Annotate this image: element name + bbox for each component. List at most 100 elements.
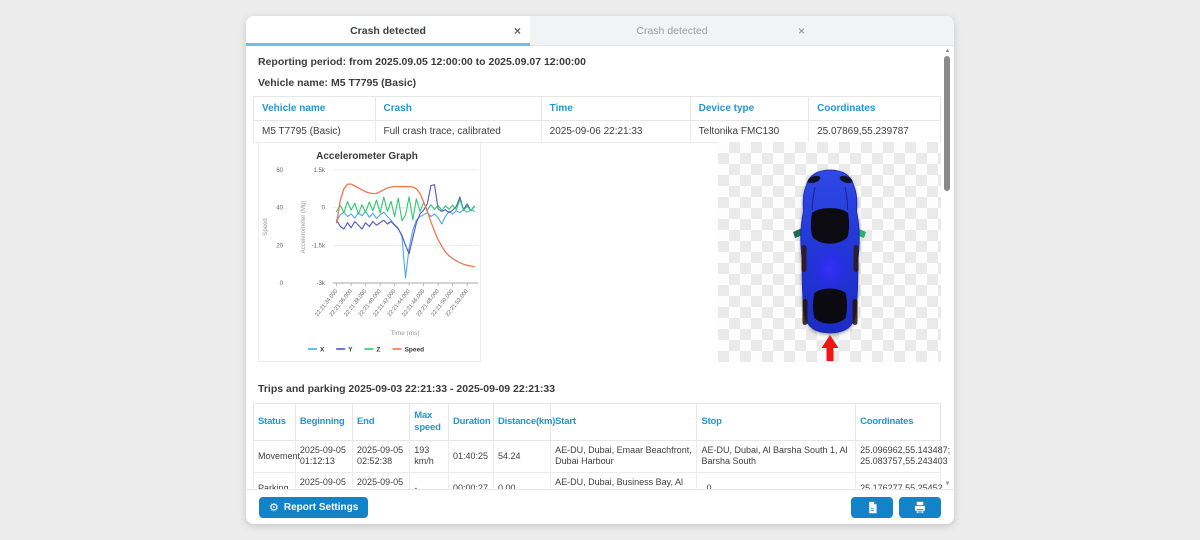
car-rear-window	[813, 289, 847, 324]
printer-icon	[913, 501, 927, 514]
car-wheel	[803, 299, 808, 325]
car-wheel	[854, 245, 859, 272]
table-cell: 2025-09-05 01:53:13	[353, 473, 410, 489]
close-icon[interactable]: ×	[514, 25, 521, 37]
vehicle-name-text: Vehicle name: M5 T7795 (Basic)	[258, 77, 416, 89]
crash-report-window: Crash detected × Crash detected × Report…	[246, 16, 954, 524]
table-cell: 25.176277,55.25452	[856, 473, 941, 489]
legend-item-x[interactable]: X	[308, 347, 325, 354]
table-cell: 2025-09-05 01:12:13	[295, 440, 352, 472]
svg-text:0: 0	[280, 281, 284, 287]
column-header: Beginning	[295, 404, 352, 441]
close-icon[interactable]: ×	[798, 25, 805, 37]
scrollbar-thumb[interactable]	[944, 56, 950, 191]
column-header: Distance(km)	[493, 404, 550, 441]
table-header-row: StatusBeginningEndMax speedDurationDista…	[254, 404, 941, 441]
table-cell: -	[410, 473, 449, 489]
svg-text:20: 20	[276, 243, 283, 249]
crash-table: Vehicle nameCrashTimeDevice typeCoordina…	[253, 96, 941, 143]
column-header: Coordinates	[809, 97, 941, 121]
svg-text:Time (ms): Time (ms)	[390, 330, 419, 337]
car-wheel	[853, 299, 858, 325]
table-cell: Full crash trace, calibrated	[375, 121, 541, 143]
table-cell: 2025-09-05 01:48:11	[295, 473, 352, 489]
column-header: Max speed	[410, 404, 449, 441]
series-line-speed	[337, 184, 475, 267]
trips-table: StatusBeginningEndMax speedDurationDista…	[253, 403, 941, 489]
column-header: Start	[551, 404, 697, 441]
car-roof-glow	[809, 242, 851, 296]
car-top-view	[718, 142, 941, 362]
tab-crash-detected-inactive[interactable]: Crash detected ×	[530, 16, 814, 45]
svg-text:Y: Y	[348, 347, 353, 354]
svg-text:X: X	[320, 347, 325, 354]
table-row[interactable]: Movement2025-09-05 01:12:132025-09-05 02…	[254, 440, 941, 472]
svg-text:40: 40	[276, 206, 283, 212]
legend-item-y[interactable]: Y	[336, 347, 353, 354]
report-settings-button[interactable]: ⚙ Report Settings	[259, 497, 368, 518]
table-cell: 2025-09-06 22:21:33	[541, 121, 690, 143]
table-cell: 25.07869,55.239787	[809, 121, 941, 143]
svg-text:Z: Z	[376, 347, 380, 354]
column-header: Duration	[449, 404, 494, 441]
report-settings-label: Report Settings	[284, 502, 358, 513]
column-header: End	[353, 404, 410, 441]
svg-text:Accelerometer Graph: Accelerometer Graph	[316, 151, 418, 162]
file-export-icon	[866, 501, 879, 514]
svg-text:-3k: -3k	[317, 281, 326, 287]
legend-item-z[interactable]: Z	[364, 347, 380, 354]
svg-text:-1.5k: -1.5k	[312, 243, 326, 249]
accelerometer-chart: Accelerometer Graph1.5k0-1.5k-3k6040200S…	[259, 143, 480, 361]
table-cell: AE-DU, Dubai, Business Bay, Al Quoz, 3a …	[551, 473, 697, 489]
svg-text:1.5k: 1.5k	[314, 168, 326, 174]
table-cell: AE-DU, Dubai, Al Barsha South 1, Al Bars…	[697, 440, 856, 472]
column-header: Status	[254, 404, 296, 441]
crash-direction-arrow	[822, 335, 839, 361]
svg-text:Accelerometer (Mg): Accelerometer (Mg)	[301, 201, 307, 254]
tab-crash-detected-active[interactable]: Crash detected ×	[246, 16, 530, 45]
table-cell: Parking	[254, 473, 296, 489]
footer-toolbar: ⚙ Report Settings	[246, 489, 954, 524]
column-header: Device type	[690, 97, 808, 121]
table-header-row: Vehicle nameCrashTimeDevice typeCoordina…	[254, 97, 941, 121]
table-cell: 54.24	[493, 440, 550, 472]
column-header: Vehicle name	[254, 97, 376, 121]
car-wheel	[802, 245, 807, 272]
table-cell: AE-DU, Dubai, Emaar Beachfront, Dubai Ha…	[551, 440, 697, 472]
tab-bar: Crash detected × Crash detected ×	[246, 16, 954, 46]
legend-item-speed[interactable]: Speed	[393, 347, 425, 354]
column-header: Coordinates	[856, 404, 941, 441]
print-button[interactable]	[899, 497, 941, 518]
table-row[interactable]: M5 T7795 (Basic)Full crash trace, calibr…	[254, 121, 941, 143]
table-row[interactable]: Parking2025-09-05 01:48:112025-09-05 01:…	[254, 473, 941, 489]
table-cell: 01:40:25	[449, 440, 494, 472]
svg-text:60: 60	[276, 168, 283, 174]
trips-section-title: Trips and parking 2025-09-03 22:21:33 - …	[258, 383, 555, 395]
table-cell: 2025-09-05 02:52:38	[353, 440, 410, 472]
table-cell: 0.00	[493, 473, 550, 489]
column-header: Stop	[697, 404, 856, 441]
car-windshield	[811, 208, 849, 244]
table-cell: 00:00:27	[449, 473, 494, 489]
export-file-button[interactable]	[851, 497, 893, 518]
table-cell: 25.096962,55.143487; 25.083757,55.243403	[856, 440, 941, 472]
report-content: Reporting period: from 2025.09.05 12:00:…	[246, 46, 954, 489]
vertical-scrollbar[interactable]: ▲ ▼	[942, 47, 953, 488]
column-header: Time	[541, 97, 690, 121]
table-cell: Teltonika FMC130	[690, 121, 808, 143]
desktop-background: Crash detected × Crash detected × Report…	[0, 0, 1200, 540]
accelerometer-chart-panel: Accelerometer Graph1.5k0-1.5k-3k6040200S…	[258, 142, 481, 362]
tab-label: Crash detected	[350, 25, 426, 37]
series-line-y	[337, 185, 475, 254]
table-cell: , 0	[697, 473, 856, 489]
table-cell: M5 T7795 (Basic)	[254, 121, 376, 143]
table-cell: Movement	[254, 440, 296, 472]
table-cell: 193 km/h	[410, 440, 449, 472]
crash-direction-visual	[718, 142, 941, 362]
column-header: Crash	[375, 97, 541, 121]
scroll-up-arrow[interactable]: ▲	[942, 47, 953, 55]
reporting-period-text: Reporting period: from 2025.09.05 12:00:…	[258, 56, 586, 68]
scroll-down-arrow[interactable]: ▼	[942, 480, 953, 488]
svg-text:Speed: Speed	[405, 347, 425, 354]
gear-icon: ⚙	[269, 502, 279, 513]
